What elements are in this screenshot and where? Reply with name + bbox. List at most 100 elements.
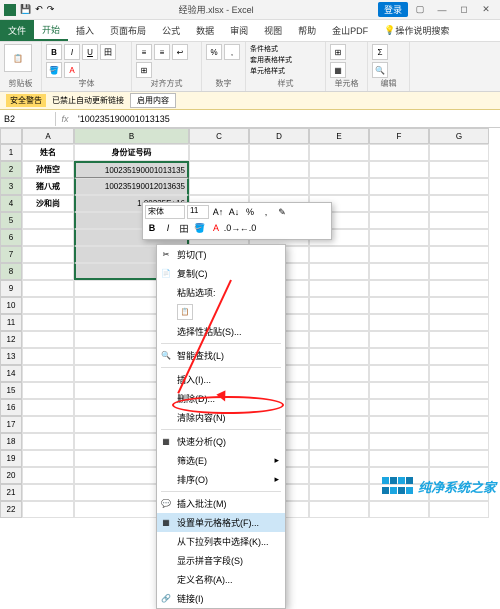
menu-sort[interactable]: 排序(O)▸ [157, 470, 285, 489]
formula-input[interactable]: '100235190001013135 [74, 112, 500, 126]
bold-button[interactable]: B [46, 44, 62, 60]
cell[interactable] [309, 467, 369, 484]
row-header[interactable]: 4 [0, 195, 22, 212]
cell[interactable] [189, 178, 249, 195]
cell[interactable] [309, 178, 369, 195]
tab-formulas[interactable]: 公式 [154, 20, 188, 41]
cell[interactable] [189, 144, 249, 161]
cell[interactable] [429, 501, 489, 518]
menu-paste-special[interactable]: 选择性粘贴(S)... [157, 322, 285, 341]
cell[interactable] [429, 382, 489, 399]
cell[interactable] [22, 263, 74, 280]
close-icon[interactable]: ✕ [476, 2, 496, 18]
font-color-button[interactable]: A [64, 62, 80, 78]
cell[interactable] [22, 297, 74, 314]
row-header[interactable]: 11 [0, 314, 22, 331]
cell[interactable] [189, 161, 249, 178]
cell[interactable] [22, 331, 74, 348]
menu-define-name[interactable]: 定义名称(A)... [157, 570, 285, 589]
mini-format-painter-icon[interactable]: ✎ [275, 205, 289, 219]
cell[interactable] [309, 144, 369, 161]
row-header[interactable]: 21 [0, 484, 22, 501]
col-header-e[interactable]: E [309, 128, 369, 144]
menu-cut[interactable]: ✂剪切(T) [157, 245, 285, 264]
cell[interactable] [309, 314, 369, 331]
mini-percent-icon[interactable]: % [243, 205, 257, 219]
tab-layout[interactable]: 页面布局 [102, 20, 154, 41]
col-header-d[interactable]: D [249, 128, 309, 144]
paste-option-icon[interactable]: 📋 [177, 304, 193, 320]
mini-decimal-dec-icon[interactable]: ←.0 [241, 221, 255, 235]
enable-content-button[interactable]: 启用内容 [130, 93, 176, 108]
cell[interactable] [249, 144, 309, 161]
tab-insert[interactable]: 插入 [68, 20, 102, 41]
cell[interactable] [22, 382, 74, 399]
cell[interactable] [22, 280, 74, 297]
italic-button[interactable]: I [64, 44, 80, 60]
cell[interactable] [429, 450, 489, 467]
cell[interactable] [309, 416, 369, 433]
col-header-g[interactable]: G [429, 128, 489, 144]
cell[interactable] [369, 450, 429, 467]
align-center-button[interactable]: ≡ [154, 44, 170, 60]
tab-view[interactable]: 视图 [256, 20, 290, 41]
row-header[interactable]: 14 [0, 365, 22, 382]
mini-size-select[interactable]: 11 [187, 205, 209, 219]
cell[interactable] [309, 433, 369, 450]
format-button[interactable]: ▦ [330, 62, 346, 78]
cell[interactable]: 100235190012013635 [74, 178, 189, 195]
cell[interactable] [369, 195, 429, 212]
cell[interactable] [22, 467, 74, 484]
cell[interactable] [369, 212, 429, 229]
cell[interactable] [429, 280, 489, 297]
row-header[interactable]: 2 [0, 161, 22, 178]
name-box[interactable]: B2 [0, 112, 56, 126]
fx-icon[interactable]: fx [56, 114, 74, 124]
menu-copy[interactable]: 📄复制(C) [157, 264, 285, 283]
row-header[interactable]: 16 [0, 399, 22, 416]
cell[interactable] [429, 348, 489, 365]
cell[interactable] [369, 144, 429, 161]
cell[interactable] [22, 229, 74, 246]
merge-button[interactable]: ⊞ [136, 62, 152, 78]
cell-styles-button[interactable]: 单元格样式 [250, 66, 321, 77]
row-header[interactable]: 7 [0, 246, 22, 263]
mini-border-icon[interactable]: 田 [177, 221, 191, 235]
align-left-button[interactable]: ≡ [136, 44, 152, 60]
login-button[interactable]: 登录 [378, 2, 408, 17]
paste-button[interactable]: 📋 [4, 44, 32, 72]
cell[interactable] [429, 263, 489, 280]
cell[interactable] [309, 484, 369, 501]
col-header-b[interactable]: B [74, 128, 189, 144]
cell[interactable] [309, 161, 369, 178]
menu-dropdown-select[interactable]: 从下拉列表中选择(K)... [157, 532, 285, 551]
cell[interactable] [309, 246, 369, 263]
qat-undo-icon[interactable]: ↶ [35, 4, 43, 15]
cell[interactable] [309, 365, 369, 382]
cell[interactable] [429, 229, 489, 246]
row-header[interactable]: 5 [0, 212, 22, 229]
mini-font-select[interactable]: 宋体 [145, 205, 185, 219]
tab-data[interactable]: 数据 [188, 20, 222, 41]
cell-selected[interactable]: 100235190001013135 [74, 161, 189, 178]
cell[interactable] [429, 144, 489, 161]
cell[interactable]: 孙悟空 [22, 161, 74, 178]
row-header[interactable]: 3 [0, 178, 22, 195]
cell[interactable] [249, 178, 309, 195]
cell[interactable] [369, 161, 429, 178]
mini-fill-icon[interactable]: 🪣 [193, 221, 207, 235]
tab-home[interactable]: 开始 [34, 20, 68, 41]
tab-help[interactable]: 帮助 [290, 20, 324, 41]
cell[interactable] [369, 416, 429, 433]
border-button[interactable]: 田 [100, 44, 116, 60]
cell[interactable] [369, 501, 429, 518]
cell[interactable] [369, 314, 429, 331]
maximize-icon[interactable]: ◻ [454, 2, 474, 18]
find-button[interactable]: 🔍 [372, 62, 388, 78]
cell[interactable] [369, 280, 429, 297]
cell[interactable] [429, 399, 489, 416]
col-header-c[interactable]: C [189, 128, 249, 144]
cell[interactable] [309, 280, 369, 297]
comma-button[interactable]: , [224, 44, 240, 60]
row-header[interactable]: 17 [0, 416, 22, 433]
